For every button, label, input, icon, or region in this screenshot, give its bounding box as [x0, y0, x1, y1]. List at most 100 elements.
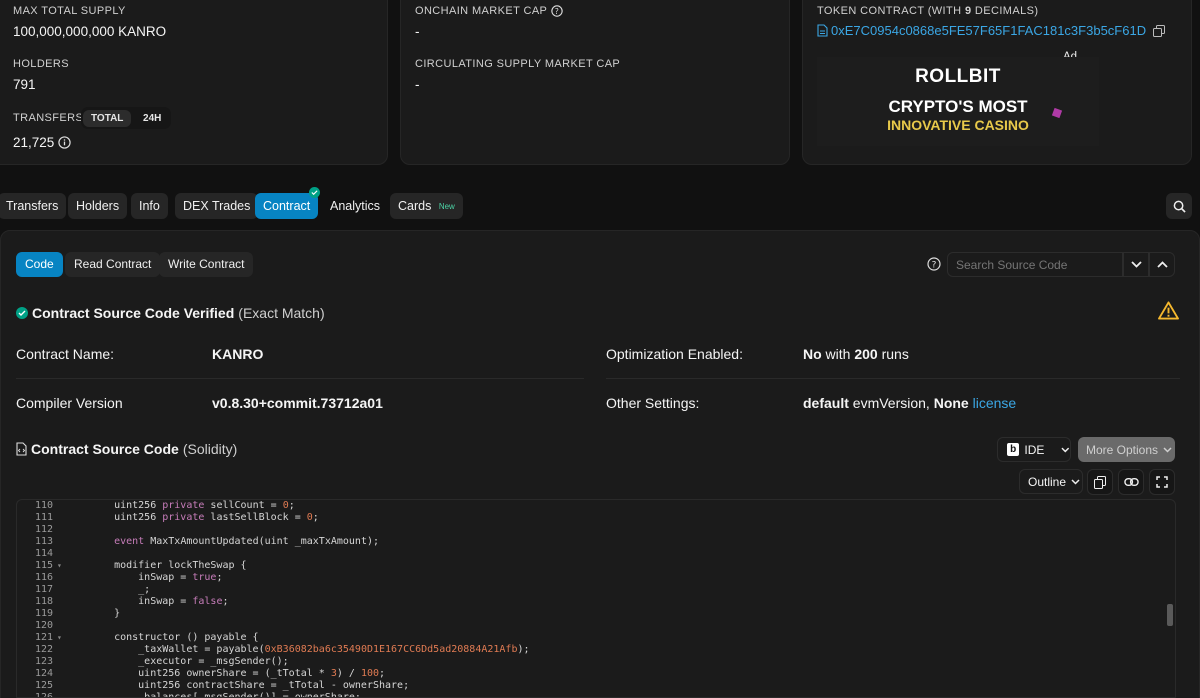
line-number: 117 [34, 584, 53, 595]
tab-transfers[interactable]: Transfers [0, 193, 67, 219]
more-options-label: More Options [1086, 442, 1159, 457]
source-code-heading: Contract Source Code (Solidity) [16, 441, 237, 457]
read-contract-subtab[interactable]: Read Contract [65, 252, 161, 277]
code-text: uint256 contractShare = _tTotal - ownerS… [90, 680, 410, 691]
token-contract-address[interactable]: 0xE7C0954c0868e5FE57F65F1FAC181c3F3b5cF6… [831, 23, 1146, 38]
code-text: inSwap = true; [90, 572, 223, 583]
link-icon [1123, 478, 1139, 486]
fold-toggle-icon[interactable]: ▾ [57, 560, 62, 572]
line-number: 121 [34, 632, 53, 643]
tab-contract[interactable]: Contract [255, 193, 319, 219]
outline-dropdown[interactable]: Outline [1019, 469, 1083, 494]
link-code-button[interactable] [1118, 469, 1144, 495]
holders-value: 791 [13, 77, 36, 92]
overview-card: MAX TOTAL SUPPLY 100,000,000,000 KANRO H… [0, 0, 388, 165]
search-button[interactable] [1166, 193, 1192, 219]
outline-label: Outline [1028, 474, 1067, 489]
code-text: _; [90, 584, 151, 595]
chevron-down-icon [1071, 478, 1080, 485]
line-number: 122 [34, 644, 53, 655]
fullscreen-button[interactable] [1149, 469, 1175, 495]
info-icon[interactable] [58, 136, 71, 149]
chevron-up-icon [1156, 261, 1168, 268]
token-contract-label-text: TOKEN CONTRACT (WITH [817, 5, 965, 17]
line-number: 112 [34, 524, 53, 535]
tab-dex-trades[interactable]: DEX Trades [175, 193, 259, 219]
divider [606, 378, 1180, 379]
fold-toggle-icon[interactable]: ▾ [57, 632, 62, 644]
ad-banner[interactable]: ROLLBIT CRYPTO'S MOST INNOVATIVE CASINO [817, 57, 1099, 146]
max-supply-label: MAX TOTAL SUPPLY [13, 5, 126, 17]
code-subtab[interactable]: Code [16, 252, 63, 277]
copy-code-button[interactable] [1087, 469, 1113, 495]
tab-analytics[interactable]: Analytics [322, 193, 388, 219]
code-editor[interactable]: 110 uint256 private sellCount = 0; 111 ui… [16, 499, 1176, 698]
ide-dropdown[interactable]: b IDE [997, 437, 1071, 462]
more-options-dropdown[interactable]: More Options [1078, 437, 1175, 462]
search-next-button[interactable] [1123, 252, 1149, 277]
search-icon [1173, 200, 1186, 213]
other-info-card: TOKEN CONTRACT (WITH 9 DECIMALS) 0xE7C09… [802, 0, 1192, 165]
code-text: constructor () payable { [90, 632, 259, 643]
line-number: 124 [34, 668, 53, 679]
search-help-icon[interactable]: ? [927, 257, 941, 274]
copy-icon[interactable] [1153, 24, 1166, 37]
evm-version-text: evmVersion, [848, 395, 934, 411]
compiler-value: v0.8.30+commit.73712a01 [212, 395, 383, 411]
warning-icon[interactable] [1158, 301, 1179, 323]
line-number: 110 [34, 500, 53, 511]
line-number: 116 [34, 572, 53, 583]
new-badge: New [438, 202, 455, 211]
source-code-title: Contract Source Code [31, 441, 179, 457]
verified-heading: Contract Source Code Verified (Exact Mat… [16, 305, 325, 321]
copy-icon [1094, 475, 1106, 489]
expand-icon [1156, 476, 1168, 488]
chevron-down-icon [1163, 446, 1172, 453]
source-code-lang: (Solidity) [182, 441, 238, 457]
line-number: 118 [34, 596, 53, 607]
chevron-down-icon [1061, 447, 1070, 452]
contract-name-value: KANRO [212, 346, 264, 362]
verified-title: Contract Source Code Verified [32, 305, 235, 321]
token-contract-label: TOKEN CONTRACT (WITH 9 DECIMALS) [817, 5, 1038, 17]
ide-label: IDE [1024, 442, 1045, 457]
line-number: 126 [34, 692, 53, 698]
optimization-label: Optimization Enabled: [606, 346, 743, 362]
line-number: 114 [34, 548, 53, 559]
line-number: 120 [34, 620, 53, 631]
line-number: 111 [34, 512, 53, 523]
code-text: uint256 private lastSellBlock = 0; [90, 512, 319, 523]
transfers-value: 21,725 [13, 135, 55, 150]
other-settings-label: Other Settings: [606, 395, 700, 411]
license-value: None [933, 395, 969, 411]
license-link[interactable]: license [973, 395, 1017, 411]
code-text: uint256 private sellCount = 0; [90, 500, 295, 511]
compiler-label: Compiler Version [16, 395, 123, 411]
transfers-total-tab[interactable]: TOTAL [83, 110, 132, 127]
tab-holders[interactable]: Holders [68, 193, 128, 219]
editor-scrollbar[interactable] [1167, 604, 1173, 626]
ad-brand: ROLLBIT [915, 66, 1001, 87]
contract-name-label: Contract Name: [16, 346, 115, 362]
code-text: event MaxTxAmountUpdated(uint _maxTxAmou… [114, 536, 380, 547]
code-text: modifier lockTheSwap { [90, 560, 247, 571]
search-prev-button[interactable] [1149, 252, 1175, 277]
ad-headline-2: INNOVATIVE CASINO [887, 117, 1029, 133]
tab-cards[interactable]: Cards New [390, 193, 463, 219]
tab-info[interactable]: Info [131, 193, 168, 219]
transfers-24h-tab[interactable]: 24H [135, 110, 169, 127]
code-text: inSwap = false; [90, 596, 229, 607]
token-contract-row: 0xE7C0954c0868e5FE57F65F1FAC181c3F3b5cF6… [817, 23, 1166, 38]
circ-cap-label: CIRCULATING SUPPLY MARKET CAP [415, 58, 621, 70]
write-contract-subtab[interactable]: Write Contract [159, 252, 254, 277]
onchain-cap-value: - [415, 24, 420, 39]
code-text: _executor = _msgSender(); [90, 656, 289, 667]
line-number: 113 [34, 536, 53, 547]
verified-check-circle-icon [16, 307, 28, 319]
code-text: } [90, 608, 121, 619]
svg-text:?: ? [555, 7, 559, 16]
help-icon[interactable]: ? [551, 5, 563, 17]
optimization-runs-suffix: runs [877, 346, 909, 362]
source-search-input[interactable] [947, 252, 1123, 277]
evm-version-value: default [803, 395, 849, 411]
